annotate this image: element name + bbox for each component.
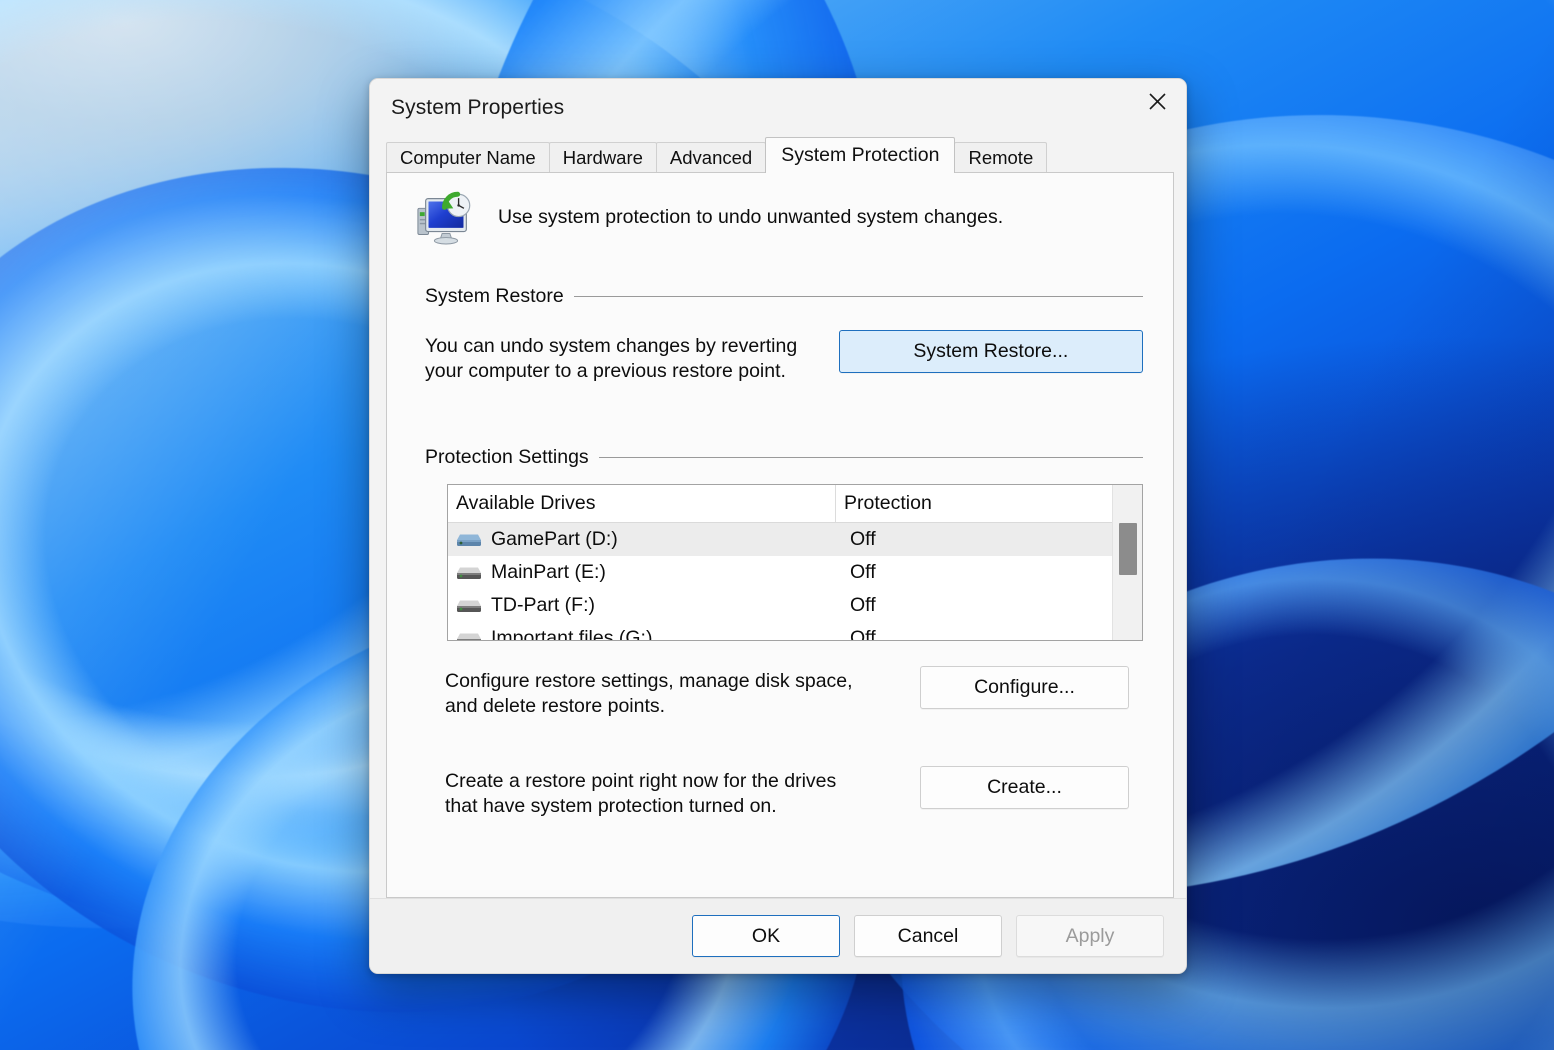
system-restore-button[interactable]: System Restore... xyxy=(838,330,1143,373)
create-button-label: Create... xyxy=(987,776,1062,798)
system-restore-group-header: System Restore xyxy=(425,285,1143,308)
drive-list-header: Available Drives Protection xyxy=(448,485,1112,523)
protection-settings-group-header: Protection Settings xyxy=(425,446,1143,469)
column-header-protection[interactable]: Protection xyxy=(836,485,1112,522)
system-restore-icon xyxy=(417,191,471,245)
drive-name-cell: Important files (G:) xyxy=(456,627,836,641)
drive-protection-label: Off xyxy=(850,561,876,583)
group-rule xyxy=(598,457,1143,458)
tab-label: System Protection xyxy=(781,144,940,166)
drive-list-body: Available Drives Protection GamePart (D: xyxy=(448,485,1112,640)
drive-icon xyxy=(457,567,481,579)
tab-strip: Computer Name Hardware Advanced System P… xyxy=(386,136,1186,173)
create-row: Create a restore point right now for the… xyxy=(445,766,1143,819)
tab-remote[interactable]: Remote xyxy=(954,142,1048,172)
drive-name-label: TD-Part (F:) xyxy=(491,594,595,616)
drive-icon xyxy=(457,600,481,612)
system-restore-description-line2: your computer to a previous restore poin… xyxy=(425,360,786,382)
system-restore-row: You can undo system changes by reverting… xyxy=(425,330,1143,384)
window-title: System Properties xyxy=(391,95,565,119)
table-row[interactable]: Important files (G:) Off xyxy=(448,622,1112,641)
tab-label: Hardware xyxy=(562,146,643,168)
apply-button-label: Apply xyxy=(1065,924,1115,947)
system-restore-group: System Restore You can undo system chang… xyxy=(387,285,1173,384)
configure-description-line1: Configure restore settings, manage disk … xyxy=(445,670,853,692)
configure-description-line2: and delete restore points. xyxy=(445,695,666,717)
tab-advanced[interactable]: Advanced xyxy=(655,142,767,172)
drive-protection-label: Off xyxy=(850,528,876,550)
tab-label: Remote xyxy=(968,146,1034,168)
drive-protection-label: Off xyxy=(850,627,876,641)
configure-row: Configure restore settings, manage disk … xyxy=(445,666,1143,719)
system-properties-dialog: System Properties Computer Name Hardware… xyxy=(369,78,1187,974)
drive-icon xyxy=(457,633,481,640)
table-row[interactable]: MainPart (E:) Off xyxy=(448,556,1112,589)
tab-hardware[interactable]: Hardware xyxy=(548,142,657,172)
close-icon[interactable] xyxy=(1128,79,1186,123)
system-protection-panel: Use system protection to undo unwanted s… xyxy=(386,172,1174,898)
drive-name-cell: GamePart (D:) xyxy=(456,528,836,551)
create-description-line1: Create a restore point right now for the… xyxy=(445,770,837,792)
table-row[interactable]: GamePart (D:) Off xyxy=(448,523,1112,556)
cancel-button[interactable]: Cancel xyxy=(854,915,1002,957)
ok-button[interactable]: OK xyxy=(692,915,840,957)
tab-computer-name[interactable]: Computer Name xyxy=(386,142,550,172)
apply-button: Apply xyxy=(1016,915,1164,957)
drive-name-label: MainPart (E:) xyxy=(491,561,606,583)
configure-button[interactable]: Configure... xyxy=(920,666,1129,709)
system-restore-description: You can undo system changes by reverting… xyxy=(425,334,839,384)
protection-settings-group-label: Protection Settings xyxy=(425,446,589,468)
table-row[interactable]: TD-Part (F:) Off xyxy=(448,589,1112,622)
create-description-line2: that have system protection turned on. xyxy=(445,795,777,817)
banner-text: Use system protection to undo unwanted s… xyxy=(498,206,1004,228)
system-restore-button-label: System Restore... xyxy=(913,340,1069,362)
ok-button-label: OK xyxy=(751,924,781,947)
drive-icon xyxy=(457,534,481,546)
title-bar: System Properties xyxy=(370,79,1186,136)
system-restore-group-label: System Restore xyxy=(425,285,564,307)
system-restore-description-line1: You can undo system changes by reverting xyxy=(425,335,798,357)
panel-banner: Use system protection to undo unwanted s… xyxy=(387,173,1173,249)
create-button[interactable]: Create... xyxy=(920,766,1129,809)
column-header-available-drives[interactable]: Available Drives xyxy=(448,485,836,522)
drive-name-cell: TD-Part (F:) xyxy=(456,594,836,617)
dialog-footer: OK Cancel Apply xyxy=(370,898,1186,973)
available-drives-list[interactable]: Available Drives Protection GamePart (D: xyxy=(447,484,1143,641)
drive-list-scrollbar[interactable] xyxy=(1112,485,1142,640)
drive-name-label: Important files (G:) xyxy=(491,627,653,641)
configure-description: Configure restore settings, manage disk … xyxy=(445,669,920,719)
tab-label: Computer Name xyxy=(400,146,536,168)
configure-button-label: Configure... xyxy=(974,676,1075,698)
cancel-button-label: Cancel xyxy=(897,924,959,947)
protection-settings-group: Protection Settings Available Drives Pro… xyxy=(387,446,1173,819)
drive-name-cell: MainPart (E:) xyxy=(456,561,836,584)
tab-label: Advanced xyxy=(669,146,753,168)
create-description: Create a restore point right now for the… xyxy=(445,769,920,819)
tab-system-protection[interactable]: System Protection xyxy=(765,137,956,173)
drive-protection-label: Off xyxy=(850,594,876,616)
group-rule xyxy=(573,296,1143,297)
scrollbar-thumb[interactable] xyxy=(1119,523,1137,575)
drive-name-label: GamePart (D:) xyxy=(491,528,618,550)
